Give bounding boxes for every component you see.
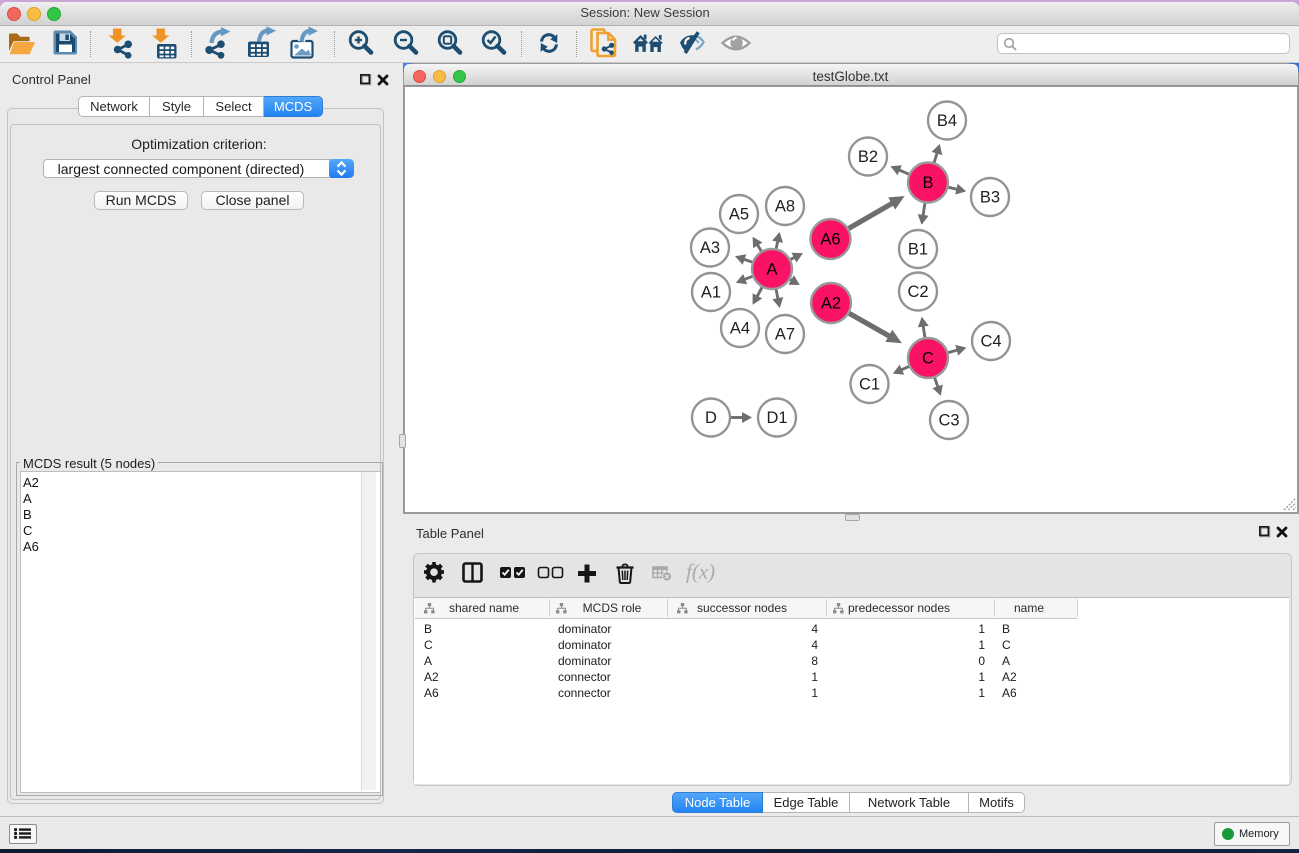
svg-text:A8: A8 (775, 198, 795, 216)
svg-text:f(x): f(x) (686, 560, 715, 584)
svg-text:A5: A5 (729, 206, 749, 224)
svg-text:D: D (705, 409, 717, 427)
svg-text:B2: B2 (858, 148, 878, 166)
svg-text:B: B (922, 174, 933, 192)
svg-text:B4: B4 (937, 112, 957, 130)
svg-text:B1: B1 (908, 241, 928, 259)
svg-text:D1: D1 (766, 409, 787, 427)
svg-text:C1: C1 (859, 376, 880, 394)
svg-text:B3: B3 (980, 189, 1000, 207)
svg-text:A: A (766, 261, 777, 279)
svg-text:C4: C4 (980, 333, 1001, 351)
svg-text:A6: A6 (820, 231, 840, 249)
svg-text:C2: C2 (907, 283, 928, 301)
svg-text:A4: A4 (730, 320, 750, 338)
svg-text:C: C (922, 350, 934, 368)
svg-text:A2: A2 (821, 295, 841, 313)
svg-text:A7: A7 (775, 326, 795, 344)
svg-text:A1: A1 (701, 284, 721, 302)
svg-text:A3: A3 (700, 239, 720, 257)
svg-text:C3: C3 (938, 412, 959, 430)
